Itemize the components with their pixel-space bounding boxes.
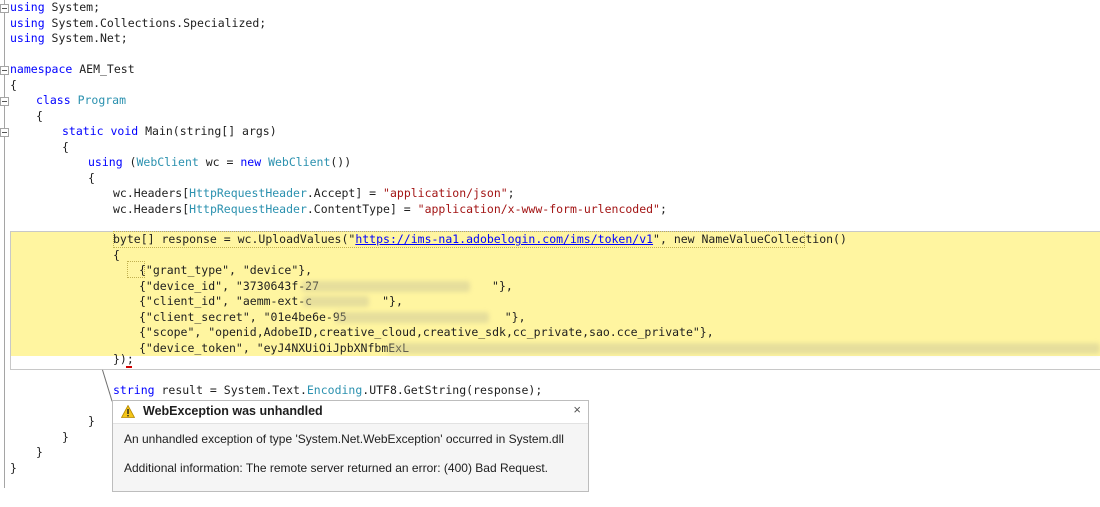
- code-text: .ContentType] =: [306, 201, 418, 216]
- keyword: void: [110, 124, 139, 138]
- code-line-11: using (WebClient wc = new WebClient()): [0, 155, 351, 171]
- keyword: class: [36, 93, 71, 107]
- type-name: WebClient: [268, 155, 331, 169]
- code-text: {"device_token", "eyJ4NXUiOiJpbXNfbmExL: [139, 340, 410, 355]
- additional-information: Additional information: The remote serve…: [124, 461, 548, 475]
- code-line-10: {: [0, 140, 69, 156]
- code-text: .UTF8.GetString(response);: [362, 383, 543, 397]
- code-line-20: {"client_id", "aemm-ext-c "},: [0, 294, 403, 310]
- close-icon[interactable]: ×: [573, 402, 581, 417]
- code-line-12: {: [0, 171, 95, 187]
- keyword: using: [88, 155, 123, 169]
- code-line-26: string result = System.Text.Encoding.UTF…: [0, 383, 542, 399]
- code-text: ;: [659, 201, 667, 216]
- code-line-7: class Program: [0, 93, 126, 109]
- code-text: System;: [44, 0, 101, 14]
- exception-popup: WebException was unhandled × An unhandle…: [112, 400, 589, 492]
- code-line-17: {: [0, 248, 120, 264]
- popup-title: WebException was unhandled: [143, 404, 323, 418]
- code-text: AEM_Test: [72, 62, 135, 76]
- type-name: WebClient: [136, 155, 199, 169]
- brace: {: [62, 139, 69, 154]
- code-text: wc.Headers[: [113, 201, 190, 216]
- code-text: "},: [382, 294, 403, 308]
- token-url-link[interactable]: https://ims-na1.adobelogin.com/ims/token…: [355, 232, 653, 246]
- type-name: HttpRequestHeader: [189, 201, 307, 216]
- code-text: "},: [492, 278, 513, 293]
- code-text: ", new NameValueCollection(): [653, 232, 847, 246]
- brace: {: [10, 77, 17, 92]
- code-line-6: {: [0, 78, 28, 94]
- code-line-19: {"device_id", "3730643f-27 "},: [0, 279, 513, 295]
- type-name: Program: [77, 93, 127, 107]
- popup-header: WebException was unhandled ×: [113, 401, 588, 424]
- keyword: string: [113, 383, 155, 397]
- code-line-24: });: [0, 352, 134, 368]
- code-line-8: {: [0, 109, 43, 125]
- code-line-28: }: [0, 430, 69, 446]
- popup-connector: [102, 369, 113, 402]
- keyword: new: [240, 155, 262, 169]
- code-text: System.Collections.Specialized;: [44, 15, 267, 30]
- brace: }: [10, 460, 17, 475]
- brace: }: [62, 429, 69, 444]
- code-line-18: {"grant_type", "device"},: [0, 263, 312, 279]
- code-line-13: wc.Headers[HttpRequestHeader.Accept] = "…: [0, 186, 515, 202]
- code-text: byte[] response = wc.UploadValues(": [113, 232, 356, 246]
- code-line-5: namespace AEM_Test: [0, 62, 135, 78]
- code-text: {"grant_type", "device"},: [139, 263, 313, 277]
- keyword: using: [10, 0, 45, 14]
- error-squiggle: [126, 366, 132, 368]
- brace: {: [113, 247, 120, 262]
- string-literal: "application/x-www-form-urlencoded": [417, 201, 660, 216]
- code-line-22: {"scope", "openid,AdobeID,creative_cloud…: [0, 325, 714, 341]
- code-line-1: using System;: [0, 0, 100, 16]
- code-text: result = System.Text.: [154, 383, 307, 397]
- code-text: {"device_id", "3730643f-27: [139, 278, 320, 293]
- code-text: wc =: [198, 155, 241, 169]
- keyword: static: [62, 124, 104, 138]
- code-line-14: wc.Headers[HttpRequestHeader.ContentType…: [0, 202, 667, 218]
- brace: }: [36, 445, 43, 459]
- redaction-blur: [303, 296, 369, 307]
- code-line-2: using System.Collections.Specialized;: [0, 16, 266, 32]
- code-text: {"scope", "openid,AdobeID,creative_cloud…: [139, 325, 714, 339]
- brace: {: [36, 108, 43, 123]
- code-line-30: }: [0, 461, 28, 477]
- code-line-9: static void Main(string[] args): [0, 124, 277, 140]
- brace: {: [88, 170, 95, 185]
- code-text: {"client_secret", "01e4be6e-95: [139, 309, 347, 324]
- code-text: wc.Headers[: [113, 186, 190, 200]
- redaction-blur: [388, 342, 1100, 354]
- code-text: System.Net;: [44, 31, 128, 45]
- code-line-27: }: [0, 414, 95, 430]
- code-text: "},: [504, 309, 526, 324]
- code-line-29: }: [0, 445, 43, 461]
- string-literal: "application/json": [383, 186, 508, 200]
- code-text: ()): [330, 155, 352, 169]
- redaction-blur: [335, 311, 489, 323]
- code-text: (: [122, 155, 137, 169]
- code-line-3: using System.Net;: [0, 31, 128, 47]
- code-text: Main(string[] args): [138, 124, 277, 138]
- code-line-21: {"client_secret", "01e4be6e-95 "},: [0, 310, 526, 326]
- brace: }: [88, 414, 95, 428]
- warning-icon: [121, 405, 135, 418]
- keyword: using: [10, 31, 45, 45]
- keyword: using: [10, 15, 45, 30]
- type-name: Encoding: [306, 383, 363, 397]
- code-text: ;: [507, 186, 515, 200]
- keyword: namespace: [10, 62, 73, 76]
- type-name: HttpRequestHeader: [189, 186, 307, 200]
- code-text: .Accept] =: [306, 186, 384, 200]
- redaction-blur: [302, 280, 470, 292]
- code-text: {"client_id", "aemm-ext-c: [139, 294, 313, 308]
- exception-message: An unhandled exception of type 'System.N…: [124, 432, 564, 446]
- code-editor[interactable]: using System; using System.Collections.S…: [0, 0, 1100, 492]
- code-line-16: byte[] response = wc.UploadValues("https…: [0, 232, 847, 248]
